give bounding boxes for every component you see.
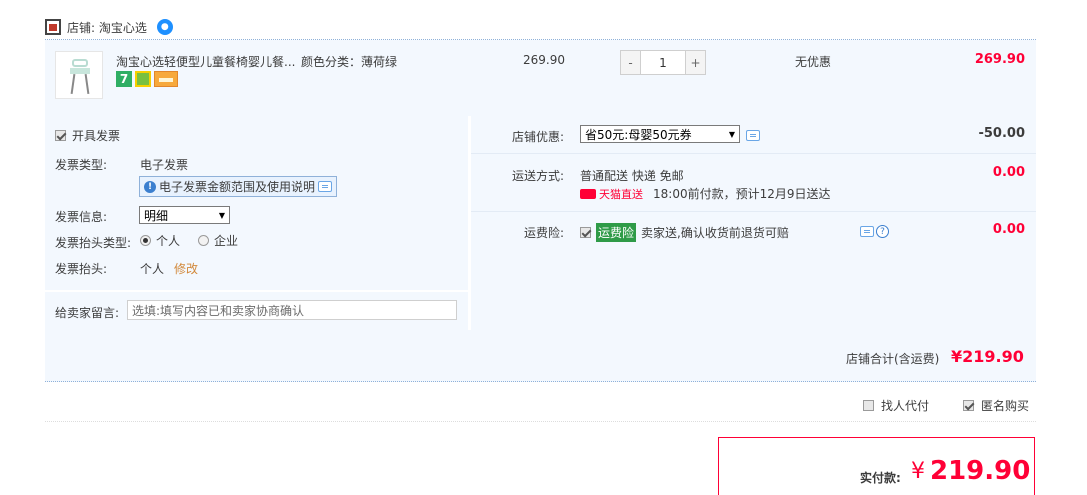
pay-for-me-label: 找人代付: [881, 399, 930, 413]
credit-card-icon[interactable]: [154, 71, 178, 87]
invoice-tip[interactable]: ! 电子发票金额范围及使用说明: [139, 176, 337, 197]
tmall-cat-icon: [580, 188, 596, 199]
invoice-info-label: 发票信息:: [55, 210, 108, 224]
shipping-eta-row: 天猫直送 18:00前付款，预计12月9日送达: [580, 185, 831, 202]
radio-label: 企业: [214, 234, 239, 248]
invoice-type-value: 电子发票: [140, 158, 189, 172]
invoice-head-type-label: 发票抬头类型:: [55, 236, 132, 250]
divider: [45, 421, 1036, 422]
radio-button[interactable]: [140, 235, 151, 246]
message-input[interactable]: 选填:填写内容已和卖家协商确认: [127, 300, 457, 320]
invoice-checkbox-row: 开具发票: [55, 127, 120, 144]
radio-button[interactable]: [198, 235, 210, 246]
service-badges: 7: [116, 71, 178, 87]
insurance-tag: 运费险: [596, 223, 637, 242]
invoice-head-value: 个人: [140, 262, 165, 276]
insurance-desc: 卖家送,确认收货前退货可赔: [641, 226, 789, 240]
item-promo: 无优惠: [795, 55, 832, 69]
payment-label: 实付款:: [860, 471, 901, 485]
shop-name[interactable]: 店铺: 淘宝心选: [67, 19, 147, 36]
divider: [471, 211, 1036, 212]
shop-discount-label: 店铺优惠:: [512, 130, 565, 144]
shop-header: 店铺: 淘宝心选 ●: [45, 16, 173, 38]
shipping-method: 普通配送 快递 免邮: [580, 169, 684, 183]
radio-personal[interactable]: 个人: [140, 232, 180, 249]
anonymous-checkbox[interactable]: [963, 400, 975, 411]
pay-for-me-checkbox[interactable]: [863, 400, 874, 411]
shop-icon: [45, 19, 61, 35]
anonymous-label: 匿名购买: [981, 399, 1030, 413]
shipping-label: 运送方式:: [512, 169, 565, 183]
order-options-panel-lower: [471, 290, 1036, 330]
insurance-label: 运费险:: [524, 226, 565, 240]
invoice-type-label: 发票类型:: [55, 158, 108, 172]
radio-label: 个人: [156, 234, 181, 248]
shipping-value: 0.00: [992, 165, 1025, 180]
chat-icon[interactable]: [860, 226, 874, 237]
pay-for-me-option[interactable]: 找人代付: [863, 397, 929, 414]
qty-input[interactable]: 1: [641, 50, 685, 75]
subtotal-value: ¥219.90: [951, 347, 1024, 366]
invoice-head-type-radios: 个人 企业: [140, 232, 238, 249]
divider: [471, 153, 1036, 154]
item-total: 269.90: [974, 52, 1025, 67]
shipping-eta: 18:00前付款，预计12月9日送达: [653, 187, 831, 201]
coupon-selected: 省50元:母婴50元券: [585, 127, 692, 142]
wangwang-icon[interactable]: ●: [156, 19, 173, 35]
chat-icon[interactable]: [318, 181, 333, 192]
product-thumbnail[interactable]: [55, 51, 103, 99]
item-row: [45, 40, 1036, 116]
tmall-direct-tag: 天猫直送: [580, 186, 643, 202]
product-title[interactable]: 淘宝心选轻便型儿童餐椅婴儿餐...: [116, 53, 298, 70]
quantity-stepper: - 1 +: [620, 50, 706, 75]
payment-currency: ¥: [911, 459, 925, 484]
invoice-tip-text: 电子发票金额范围及使用说明: [159, 180, 316, 194]
product-sku: 颜色分类：薄荷绿: [301, 55, 398, 69]
insurance-checkbox[interactable]: [580, 227, 591, 238]
insurance-value: 0.00: [992, 222, 1025, 237]
guarantee-icon[interactable]: [135, 71, 151, 87]
invoice-checkbox[interactable]: [55, 130, 66, 141]
invoice-info-selected: 明细: [144, 208, 169, 223]
invoice-info-select[interactable]: 明细 ▼: [139, 206, 230, 224]
dropdown-arrow-icon: ▼: [728, 129, 735, 139]
invoice-head-value-row: 个人 修改: [140, 260, 198, 277]
insurance-icons: ?: [860, 225, 889, 238]
dropdown-arrow-icon: ▼: [218, 210, 225, 220]
invoice-check-label: 开具发票: [72, 129, 121, 143]
anonymous-option[interactable]: 匿名购买: [963, 397, 1029, 414]
tmall-direct-label: 天猫直送: [599, 187, 643, 201]
radio-company[interactable]: 企业: [198, 232, 238, 249]
chat-icon[interactable]: [746, 130, 760, 141]
seven-day-return-icon[interactable]: 7: [116, 71, 132, 87]
qty-increase-button[interactable]: +: [685, 50, 706, 75]
payment-value: 219.90: [930, 456, 1031, 486]
invoice-head-label: 发票抬头:: [55, 262, 108, 276]
info-icon: !: [144, 180, 156, 193]
coupon-select[interactable]: 省50元:母婴50元券 ▼: [580, 125, 740, 143]
help-icon[interactable]: ?: [876, 225, 889, 238]
message-label: 给卖家留言:: [55, 306, 120, 320]
qty-decrease-button[interactable]: -: [620, 50, 641, 75]
subtotal-label: 店铺合计(含运费): [846, 352, 940, 366]
unit-price: 269.90: [523, 53, 565, 67]
shop-discount-value: -50.00: [978, 126, 1025, 141]
insurance-row: 运费险 卖家送,确认收货前退货可赔: [580, 223, 789, 242]
order-options: 找人代付 匿名购买: [863, 397, 1029, 414]
modify-link[interactable]: 修改: [174, 260, 198, 277]
